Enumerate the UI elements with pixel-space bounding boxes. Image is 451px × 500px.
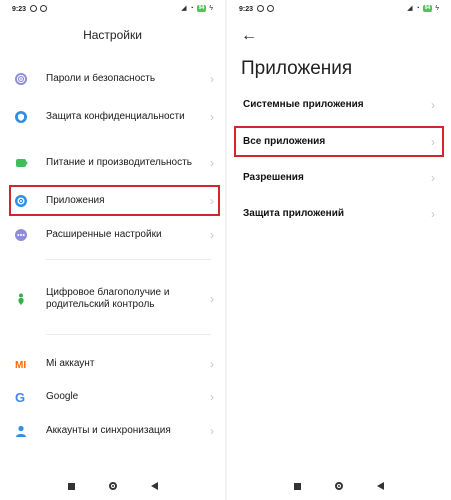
- status-icons: [30, 5, 47, 12]
- settings-item-power[interactable]: Питание и производительность ›: [0, 150, 225, 176]
- wifi-icon: ◔: [189, 5, 194, 12]
- settings-item-label: Mi аккаунт: [46, 358, 95, 369]
- highlight-frame: [234, 126, 444, 157]
- settings-item-advanced[interactable]: Расширенные настройки ›: [0, 228, 225, 242]
- mi-icon: MI: [14, 357, 28, 371]
- status-bar: 9:23 ◢ ◔ 94 ϟ: [0, 0, 225, 22]
- settings-item-passwords[interactable]: Пароли и безопасность ›: [0, 72, 225, 86]
- chevron-right-icon: ›: [210, 228, 214, 242]
- signal-icon: ◢: [181, 5, 187, 12]
- shield-icon: [14, 110, 28, 124]
- fingerprint-icon: [14, 72, 28, 86]
- chevron-right-icon: ›: [431, 207, 435, 221]
- home-button[interactable]: [108, 482, 117, 490]
- svg-text:G: G: [15, 390, 25, 404]
- settings-item-google[interactable]: G Google ›: [0, 390, 225, 404]
- settings-item-mi-account[interactable]: MI Mi аккаунт ›: [0, 357, 225, 371]
- chevron-right-icon: ›: [210, 424, 214, 438]
- apps-screen: 9:23 ◢ ◔ 94 ϟ ← Приложения Системные при…: [227, 0, 451, 500]
- section-divider: [46, 259, 211, 260]
- back-button[interactable]: [150, 482, 158, 490]
- notification-icon: [40, 5, 47, 12]
- wifi-icon: ◔: [415, 5, 420, 12]
- page-title: Приложения: [241, 58, 353, 79]
- settings-item-label: Цифровое благополучие и родительский кон…: [46, 287, 170, 310]
- chevron-right-icon: ›: [210, 110, 214, 124]
- chevron-right-icon: ›: [210, 357, 214, 371]
- apps-item-label: Разрешения: [243, 172, 304, 183]
- settings-item-label: Google: [46, 391, 79, 402]
- charging-icon: ϟ: [209, 5, 213, 12]
- back-arrow-icon[interactable]: ←: [241, 27, 257, 45]
- notification-icon: [267, 5, 274, 12]
- charging-icon: ϟ: [435, 5, 439, 12]
- battery-icon: [14, 156, 28, 170]
- apps-item-permissions[interactable]: Разрешения ›: [243, 171, 435, 185]
- chevron-right-icon: ›: [210, 72, 214, 86]
- chevron-right-icon: ›: [431, 171, 435, 185]
- settings-item-label: Аккаунты и синхронизация: [46, 425, 171, 436]
- back-button[interactable]: [377, 482, 384, 490]
- dots-icon: [14, 228, 28, 242]
- status-icons: [257, 5, 274, 12]
- section-divider: [46, 334, 211, 335]
- apps-item-label: Системные приложения: [243, 99, 364, 110]
- navigation-bar: [227, 472, 451, 500]
- svg-text:MI: MI: [15, 360, 26, 371]
- alarm-icon: [257, 5, 264, 12]
- settings-item-label: Защита конфиденциальности: [46, 111, 185, 122]
- apps-item-protection[interactable]: Защита приложений ›: [243, 207, 435, 221]
- status-bar: 9:23 ◢ ◔ 94 ϟ: [227, 0, 451, 22]
- account-icon: [14, 424, 28, 438]
- settings-item-label: Питание и производительность: [46, 157, 192, 168]
- settings-item-label: Пароли и безопасность: [46, 73, 156, 84]
- battery-indicator: 94: [422, 5, 433, 12]
- recents-button[interactable]: [67, 482, 75, 490]
- wellbeing-icon: [14, 292, 28, 306]
- chevron-right-icon: ›: [210, 156, 214, 170]
- navigation-bar: [0, 472, 225, 500]
- signal-icon: ◢: [407, 5, 413, 12]
- settings-item-label: Расширенные настройки: [46, 229, 162, 240]
- settings-screen: 9:23 ◢ ◔ 94 ϟ Настройки Пароли и безопас…: [0, 0, 225, 500]
- google-icon: G: [14, 390, 28, 404]
- apps-item-system[interactable]: Системные приложения ›: [243, 98, 435, 112]
- status-right-icons: ◢ ◔ 94 ϟ: [407, 5, 439, 12]
- settings-item-privacy[interactable]: Защита конфиденциальности ›: [0, 104, 225, 130]
- settings-item-accounts-sync[interactable]: Аккаунты и синхронизация ›: [0, 424, 225, 438]
- highlight-frame: [9, 185, 220, 216]
- status-right-icons: ◢ ◔ 94 ϟ: [181, 5, 213, 12]
- home-button[interactable]: [335, 482, 343, 490]
- battery-indicator: 94: [196, 5, 207, 12]
- chevron-right-icon: ›: [210, 292, 214, 306]
- recents-button[interactable]: [294, 482, 301, 490]
- apps-item-label: Защита приложений: [243, 208, 344, 219]
- alarm-icon: [30, 5, 37, 12]
- status-time: 9:23: [239, 6, 254, 13]
- chevron-right-icon: ›: [431, 98, 435, 112]
- status-time: 9:23: [12, 6, 27, 13]
- page-title: Настройки: [83, 28, 142, 42]
- settings-item-wellbeing[interactable]: Цифровое благополучие и родительский кон…: [0, 286, 225, 312]
- chevron-right-icon: ›: [210, 390, 214, 404]
